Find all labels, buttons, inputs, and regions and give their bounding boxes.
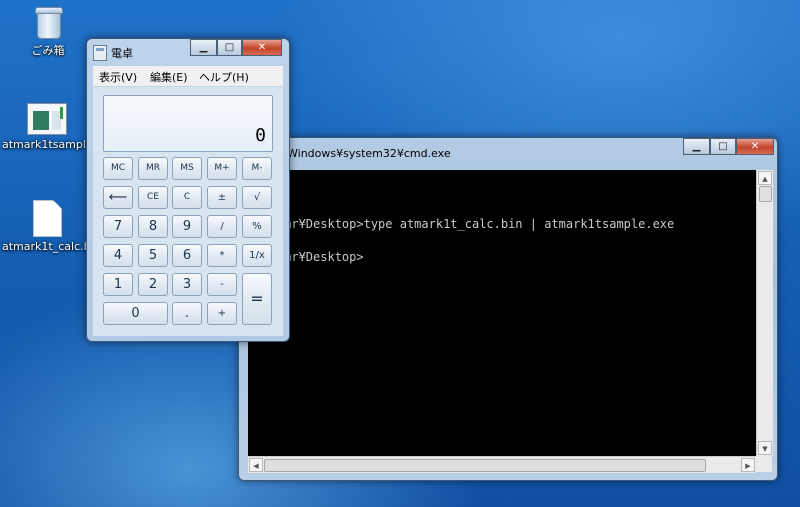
key-memory-store[interactable]: MS [172, 157, 202, 180]
calc-close-button[interactable]: ✕ [242, 39, 282, 56]
desktop-icon-calc-bin[interactable]: atmark1t_calc.bin [2, 200, 101, 253]
desktop-icon-label: atmark1tsample [2, 138, 93, 151]
cmd-close-button[interactable]: ✕ [736, 138, 774, 155]
menu-edit[interactable]: 編集(E) [150, 69, 188, 85]
desktop-icon-atmark1tsample[interactable]: atmark1tsample [2, 103, 93, 151]
file-icon [32, 200, 62, 237]
key-clear[interactable]: C [172, 186, 202, 209]
executable-icon [27, 103, 67, 135]
menu-view[interactable]: 表示(V) [99, 69, 137, 85]
calculator-menubar: 表示(V) 編集(E) ヘルプ(H) [93, 66, 283, 86]
scroll-up-arrow-icon[interactable]: ▲ [758, 171, 772, 185]
key-6[interactable]: 6 [172, 244, 202, 267]
cmd-window-title: Windows¥system32¥cmd.exe [287, 147, 451, 160]
key-negate[interactable]: ± [207, 186, 237, 209]
key-7[interactable]: 7 [103, 215, 133, 238]
vertical-scrollbar[interactable]: ▲ ▼ [756, 170, 773, 456]
scroll-left-arrow-icon[interactable]: ◀ [249, 458, 263, 472]
key-9[interactable]: 9 [172, 215, 202, 238]
key-5[interactable]: 5 [138, 244, 168, 267]
key-memory-recall[interactable]: MR [138, 157, 168, 180]
menu-help[interactable]: ヘルプ(H) [199, 69, 249, 85]
key-clear-entry[interactable]: CE [138, 186, 168, 209]
key-square-root[interactable]: √ [242, 186, 272, 209]
desktop-icon-label: ごみ箱 [31, 44, 65, 57]
key-backspace[interactable]: ⟵ [103, 186, 133, 209]
cmd-window[interactable]: Windows¥system32¥cmd.exe ▁ □ ✕ rs¥fkmr¥D… [238, 137, 778, 481]
calculator-title: 電卓 [111, 47, 133, 60]
key-0[interactable]: 0 [103, 302, 168, 325]
key-2[interactable]: 2 [138, 273, 168, 296]
key-reciprocal[interactable]: 1/x [242, 244, 272, 267]
calculator-window[interactable]: 電卓 ▁ □ ✕ 表示(V) 編集(E) ヘルプ(H) 0 MC MR MS M… [86, 38, 290, 342]
key-1[interactable]: 1 [103, 273, 133, 296]
cmd-maximize-button[interactable]: □ [710, 138, 736, 155]
horizontal-scroll-thumb[interactable] [264, 459, 706, 472]
calculator-app-icon [93, 45, 107, 61]
key-4[interactable]: 4 [103, 244, 133, 267]
calculator-body: 0 MC MR MS M+ M- ⟵ CE C ± √ 7 8 9 / % 4 … [93, 86, 283, 336]
display-value: 0 [255, 125, 266, 146]
key-percent[interactable]: % [242, 215, 272, 238]
console-line: rs¥fkmr¥Desktop>type atmark1t_calc.bin |… [248, 217, 675, 231]
key-multiply[interactable]: * [207, 244, 237, 267]
calc-minimize-button[interactable]: ▁ [190, 39, 217, 56]
resize-grip[interactable] [756, 456, 772, 472]
console-output[interactable]: rs¥fkmr¥Desktop>type atmark1t_calc.bin |… [248, 170, 756, 456]
key-equals[interactable]: = [242, 273, 272, 325]
key-decimal[interactable]: . [172, 302, 202, 325]
scroll-right-arrow-icon[interactable]: ▶ [741, 458, 755, 472]
key-add[interactable]: + [207, 302, 237, 325]
calc-maximize-button[interactable]: □ [217, 39, 242, 56]
scroll-down-arrow-icon[interactable]: ▼ [758, 441, 772, 455]
key-8[interactable]: 8 [138, 215, 168, 238]
recycle-bin-icon [33, 3, 63, 39]
desktop-icon-label: atmark1t_calc.bin [2, 240, 101, 253]
vertical-scroll-thumb[interactable] [759, 186, 772, 202]
calculator-display: 0 [103, 95, 273, 152]
cmd-minimize-button[interactable]: ▁ [683, 138, 710, 155]
key-memory-clear[interactable]: MC [103, 157, 133, 180]
key-divide[interactable]: / [207, 215, 237, 238]
key-subtract[interactable]: - [207, 273, 237, 296]
key-memory-add[interactable]: M+ [207, 157, 237, 180]
desktop-icon-recycle-bin[interactable]: ごみ箱 [3, 3, 93, 58]
key-3[interactable]: 3 [172, 273, 202, 296]
horizontal-scrollbar[interactable]: ◀ ▶ [248, 456, 756, 473]
key-memory-subtract[interactable]: M- [242, 157, 272, 180]
